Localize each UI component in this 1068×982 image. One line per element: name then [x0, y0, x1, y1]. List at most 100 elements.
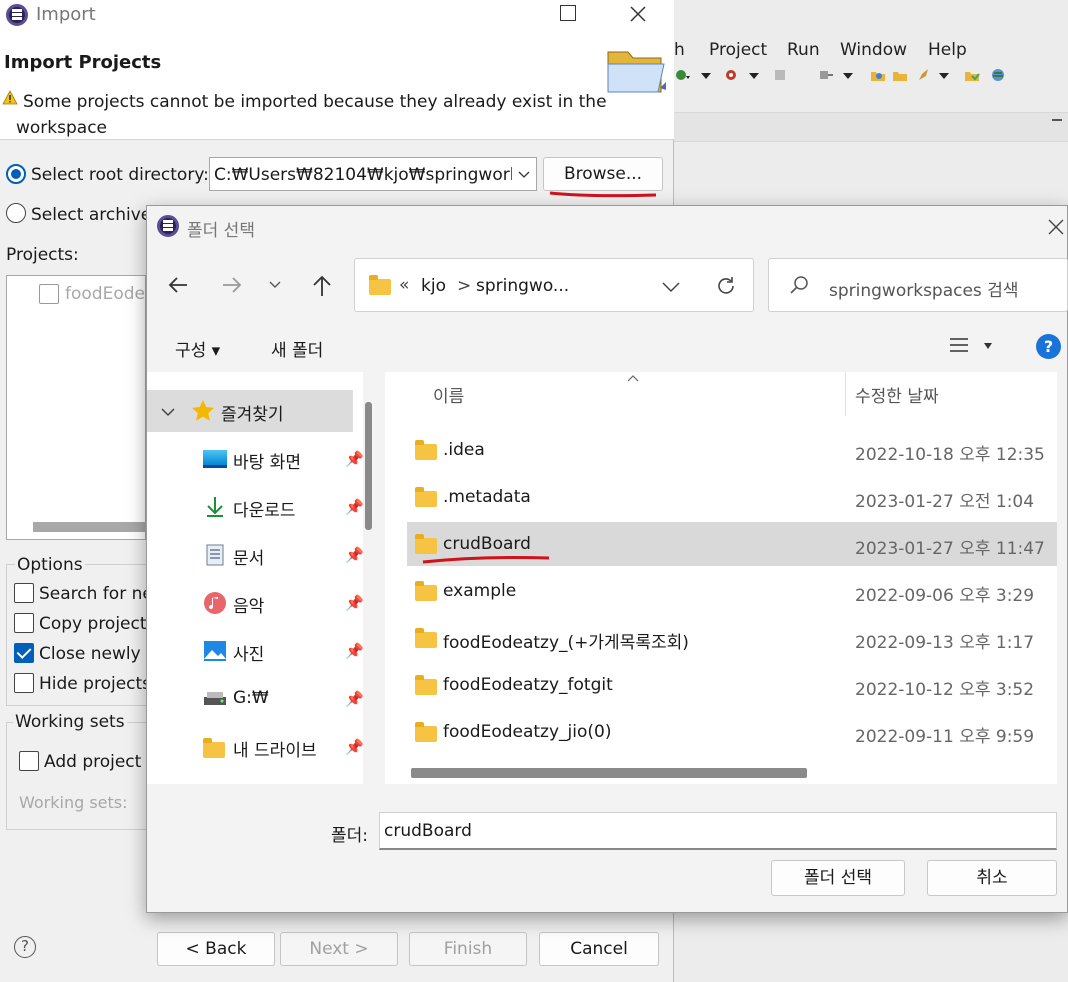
- file-name: foodEodeatzy_fotgit: [443, 675, 613, 695]
- menu-help[interactable]: Help: [928, 40, 967, 60]
- search-nested-checkbox[interactable]: [14, 583, 34, 603]
- options-label: Options: [15, 555, 85, 575]
- nav-drive-g[interactable]: G:₩ 📌: [147, 678, 364, 720]
- file-row[interactable]: foodEodeatzy_(+가게목록조회) 2022-09-13 오후 1:1…: [407, 616, 1057, 660]
- nav-favorites-label: 즐겨찾기: [221, 405, 284, 425]
- file-name: foodEodeatzy_jio(0): [443, 722, 612, 742]
- folder-name-input[interactable]: crudBoard: [379, 812, 1057, 850]
- open-task-icon[interactable]: [964, 67, 980, 83]
- breadcrumb-kjo[interactable]: kjo: [421, 276, 446, 296]
- help-icon[interactable]: ?: [1036, 334, 1061, 359]
- red-underline-annotation: [549, 191, 657, 198]
- root-directory-combo[interactable]: C:₩Users₩82104₩kjo₩springworksp: [209, 157, 537, 191]
- nav-documents[interactable]: 문서 📌: [147, 534, 364, 576]
- file-row[interactable]: .metadata 2023-01-27 오전 1:04: [407, 475, 1057, 519]
- dropdown-arrow-icon[interactable]: [840, 67, 856, 83]
- address-bar[interactable]: « kjo > springwo...: [354, 258, 754, 312]
- menu-search-partial[interactable]: h: [674, 40, 685, 60]
- nav-scrollbar-thumb[interactable]: [365, 402, 372, 530]
- warning-message-line1: Some projects cannot be imported because…: [23, 92, 607, 112]
- file-row[interactable]: foodEodeatzy_fotgit 2022-10-12 오후 3:52: [407, 663, 1057, 707]
- globe-icon[interactable]: [990, 67, 1006, 83]
- navigation-pane: 즐겨찾기 바탕 화면 📌 다운로드 📌 문서 📌 음악 📌 사진 📌 G:₩ 📌…: [147, 372, 364, 784]
- cancel-button[interactable]: Cancel: [539, 932, 659, 966]
- external-tools-icon[interactable]: [818, 67, 834, 83]
- nav-desktop[interactable]: 바탕 화면 📌: [147, 438, 364, 480]
- rocket-icon[interactable]: [916, 67, 932, 83]
- add-project-label: Add project: [44, 752, 142, 772]
- select-root-directory-radio[interactable]: [6, 164, 26, 184]
- file-row[interactable]: .idea 2022-10-18 오후 12:35: [407, 428, 1057, 472]
- dropdown-arrow-icon[interactable]: [746, 67, 762, 83]
- folder-cancel-button[interactable]: 취소: [927, 860, 1057, 896]
- file-row[interactable]: example 2022-09-06 오후 3:29: [407, 569, 1057, 613]
- recent-locations-icon[interactable]: [269, 280, 281, 290]
- address-dropdown-icon[interactable]: [662, 281, 680, 293]
- projects-list: foodEode: [6, 275, 147, 540]
- eclipse-menubar: h Project Run Window Help: [672, 36, 1068, 66]
- file-name: .metadata: [443, 487, 531, 507]
- pin-icon: 📌: [345, 450, 364, 468]
- back-arrow-icon[interactable]: [167, 274, 189, 296]
- file-date: 2022-09-06 오후 3:29: [855, 586, 1035, 606]
- folder-titlebar: 폴더 선택: [147, 206, 1067, 246]
- projects-scrollbar[interactable]: [33, 522, 147, 532]
- nav-music[interactable]: 음악 📌: [147, 582, 364, 624]
- debug-icon[interactable]: [674, 67, 690, 83]
- file-row[interactable]: foodEodeatzy_jio(0) 2022-09-11 오후 9:59: [407, 710, 1057, 754]
- pin-icon: 📌: [345, 594, 364, 612]
- folder-icon: [415, 440, 437, 460]
- close-icon[interactable]: [628, 4, 648, 24]
- open-folder-icon[interactable]: [892, 67, 908, 83]
- select-folder-button[interactable]: 폴더 선택: [771, 860, 905, 896]
- folder-name-value: crudBoard: [384, 821, 472, 841]
- menu-window[interactable]: Window: [840, 40, 907, 60]
- nav-pictures[interactable]: 사진 📌: [147, 630, 364, 672]
- view-options-icon[interactable]: [949, 336, 969, 354]
- breadcrumb-springworkspaces[interactable]: springwo...: [476, 276, 569, 296]
- up-arrow-icon[interactable]: [311, 274, 333, 298]
- search-box[interactable]: springworkspaces 검색: [768, 258, 1068, 312]
- column-header-name[interactable]: 이름: [433, 382, 464, 407]
- menu-run[interactable]: Run: [787, 40, 820, 60]
- refresh-icon[interactable]: [715, 275, 737, 297]
- dropdown-arrow-icon[interactable]: [698, 67, 714, 83]
- nav-desktop-label: 바탕 화면: [233, 453, 301, 473]
- file-row-selected[interactable]: crudBoard 2023-01-27 오후 11:47: [407, 522, 1057, 566]
- menu-project[interactable]: Project: [709, 40, 767, 60]
- select-archive-radio[interactable]: [6, 203, 26, 223]
- organize-menu[interactable]: 구성 ▾: [175, 336, 220, 361]
- back-button[interactable]: < Back: [157, 932, 275, 966]
- search-icon: [790, 276, 808, 294]
- column-header-date[interactable]: 수정한 날짜: [855, 382, 939, 407]
- copy-projects-checkbox[interactable]: [14, 613, 34, 633]
- chevron-down-icon: [161, 408, 175, 417]
- browse-button[interactable]: Browse...: [543, 157, 663, 191]
- nav-favorites[interactable]: 즐겨찾기: [147, 390, 353, 432]
- close-newly-imported-checkbox[interactable]: [14, 643, 34, 663]
- breadcrumb-overflow[interactable]: «: [399, 275, 409, 295]
- open-type-icon[interactable]: [870, 67, 886, 83]
- add-project-working-set-checkbox[interactable]: [19, 751, 39, 771]
- minimize-view-icon[interactable]: [1052, 119, 1062, 121]
- close-icon[interactable]: [1047, 218, 1065, 236]
- copy-projects-label: Copy project: [39, 614, 147, 634]
- run-icon[interactable]: [724, 67, 740, 83]
- chevron-down-icon: [518, 171, 530, 178]
- dropdown-arrow-icon[interactable]: [936, 67, 952, 83]
- pictures-icon: [204, 641, 226, 661]
- pin-icon: 📌: [345, 690, 364, 708]
- hide-projects-checkbox[interactable]: [14, 673, 34, 693]
- column-divider[interactable]: [845, 372, 846, 416]
- nav-downloads[interactable]: 다운로드 📌: [147, 486, 364, 528]
- folder-icon: [369, 275, 391, 295]
- maximize-icon[interactable]: [560, 5, 576, 21]
- project-checkbox[interactable]: [39, 284, 59, 304]
- view-dropdown-icon[interactable]: [983, 342, 993, 350]
- folder-icon: [203, 738, 225, 758]
- help-icon[interactable]: ?: [14, 936, 36, 958]
- nav-my-drive[interactable]: 내 드라이브 📌: [147, 726, 364, 768]
- new-folder-button[interactable]: 새 폴더: [271, 336, 323, 361]
- horizontal-scrollbar-thumb[interactable]: [411, 768, 807, 778]
- file-date: 2022-09-13 오후 1:17: [855, 633, 1035, 653]
